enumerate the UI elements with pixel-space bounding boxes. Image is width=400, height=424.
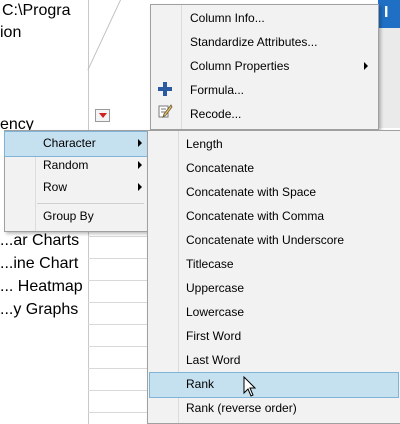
menu-item-titlecase[interactable]: Titlecase <box>148 253 400 277</box>
menu-item-label: Recode... <box>190 107 242 121</box>
header-glyph: I <box>384 4 389 21</box>
menu-item-label: Row <box>43 180 68 194</box>
menu-item-label: Concatenate with Underscore <box>186 233 345 247</box>
menu-item-first-word[interactable]: First Word <box>148 325 400 349</box>
menu-item-label: Random <box>43 158 89 172</box>
grid-line <box>88 346 148 347</box>
header-diagonal <box>87 0 121 70</box>
menu-item-label: Last Word <box>186 353 241 367</box>
bg-text-ion: ion <box>0 24 22 41</box>
menu-item-formula[interactable]: Formula... <box>151 79 378 103</box>
menu-item-row[interactable]: Row <box>5 176 148 200</box>
submenu-arrow-icon <box>364 62 368 70</box>
menu-item-label: Concatenate with Space <box>186 185 317 199</box>
menu-item-label: Titlecase <box>186 257 234 271</box>
menu-item-label: Group By <box>43 209 94 223</box>
menu-item-column-info[interactable]: Column Info... <box>151 7 378 31</box>
menu-item-label: Concatenate <box>186 161 255 175</box>
menu-separator <box>37 203 144 204</box>
menu-item-label: Formula... <box>190 83 245 97</box>
submenu-arrow-icon <box>138 183 142 191</box>
right-panel <box>378 28 400 128</box>
heatmap-item[interactable]: ... Heatmap <box>0 278 83 296</box>
grid-line <box>88 302 148 303</box>
menu-item-label: Column Properties <box>190 59 290 73</box>
menu-item-label: Uppercase <box>186 281 245 295</box>
column-context-menu: Column Info... Standardize Attributes...… <box>150 4 379 130</box>
menu-item-rank-reverse-order[interactable]: Rank (reverse order) <box>148 397 400 421</box>
menu-item-label: Character <box>43 136 96 150</box>
menu-item-column-properties[interactable]: Column Properties <box>151 55 378 79</box>
menu-item-last-word[interactable]: Last Word <box>148 349 400 373</box>
submenu-arrow-icon <box>138 161 142 169</box>
menu-item-concatenate-with-underscore[interactable]: Concatenate with Underscore <box>148 229 400 253</box>
menu-item-random[interactable]: Random <box>5 154 148 178</box>
menu-item-label: Standardize Attributes... <box>190 35 318 49</box>
grid-line <box>88 412 148 413</box>
line-chart-item[interactable]: ...ine Chart <box>0 255 78 273</box>
menu-item-length[interactable]: Length <box>148 133 400 157</box>
grid-line <box>88 390 148 391</box>
character-submenu: Length Concatenate Concatenate with Spac… <box>147 130 400 424</box>
menu-item-label: Column Info... <box>190 11 265 25</box>
menu-item-character[interactable]: Character <box>4 131 149 157</box>
plus-icon <box>158 82 172 96</box>
menu-item-label: Concatenate with Comma <box>186 209 325 223</box>
menu-item-label: Lowercase <box>186 305 245 319</box>
grid-line <box>88 236 148 237</box>
menu-item-label: Rank (reverse order) <box>186 401 297 415</box>
header-strip: I <box>378 0 400 28</box>
menu-item-concatenate-with-comma[interactable]: Concatenate with Comma <box>148 205 400 229</box>
menu-item-recode[interactable]: Recode... <box>151 103 378 127</box>
menu-item-concatenate[interactable]: Concatenate <box>148 157 400 181</box>
grid-line <box>88 368 148 369</box>
grid-line <box>88 280 148 281</box>
menu-item-lowercase[interactable]: Lowercase <box>148 301 400 325</box>
menu-item-label: First Word <box>186 329 242 343</box>
mouse-cursor-icon <box>243 376 257 397</box>
menu-item-label: Length <box>186 137 223 151</box>
submenu-arrow-icon <box>138 139 142 147</box>
menu-item-rank[interactable]: Rank <box>149 372 399 398</box>
menu-item-concatenate-with-space[interactable]: Concatenate with Space <box>148 181 400 205</box>
menu-item-uppercase[interactable]: Uppercase <box>148 277 400 301</box>
menu-item-standardize-attributes[interactable]: Standardize Attributes... <box>151 31 378 55</box>
triangle-down-icon <box>99 113 107 118</box>
recode-icon <box>158 104 173 118</box>
grid-line <box>88 258 148 259</box>
grid-line <box>88 324 148 325</box>
menu-item-label: Rank <box>186 377 215 391</box>
graphs-item[interactable]: ...y Graphs <box>0 301 78 319</box>
new-formula-column-menu: Character Random Row Group By <box>4 130 149 232</box>
bar-charts-item[interactable]: ...ar Charts <box>0 232 79 250</box>
column-dropdown-button[interactable] <box>95 109 110 122</box>
menu-item-group-by[interactable]: Group By <box>5 205 148 229</box>
path-text: C:\Progra <box>2 2 71 19</box>
